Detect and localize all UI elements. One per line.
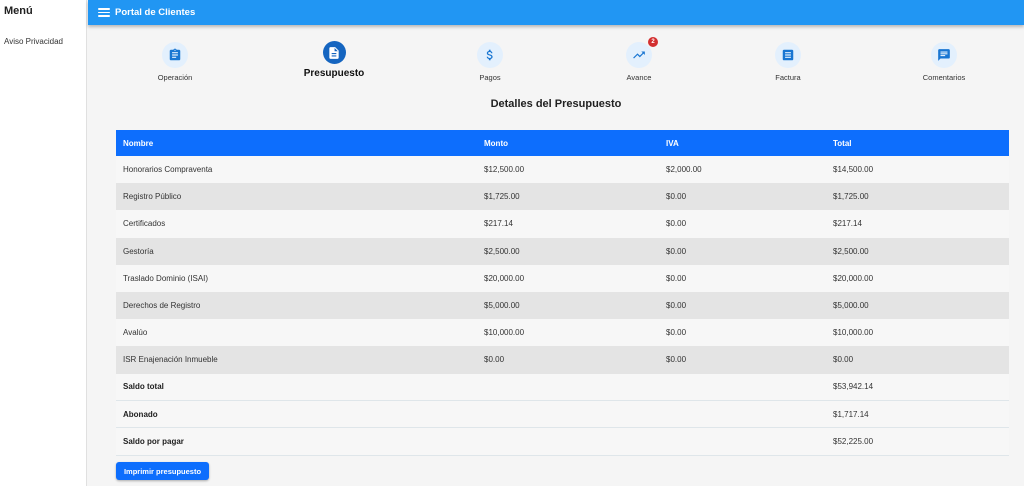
sidebar-item-aviso-privacidad[interactable]: Aviso Privacidad: [4, 37, 63, 46]
summary-label: Saldo por pagar: [116, 427, 477, 456]
step-avance-circle: 2: [626, 37, 658, 68]
step-presupuesto-circle: [322, 41, 346, 64]
step-avance[interactable]: 2 Avance: [599, 37, 679, 82]
cell-nombre: Certificados: [116, 210, 477, 238]
cell-nombre: Registro Público: [116, 183, 477, 211]
step-pagos[interactable]: Pagos: [450, 42, 530, 82]
cell-monto: $217.14: [477, 210, 659, 238]
step-label: Factura: [775, 73, 801, 82]
step-factura-circle: [775, 42, 801, 68]
cell-total: $14,500.00: [826, 156, 1009, 184]
table-row: Avalúo $10,000.00 $0.00 $10,000.00: [116, 319, 1009, 347]
cell-monto: $10,000.00: [477, 319, 659, 347]
step-label: Operación: [157, 73, 193, 82]
summary-value: $1,717.14: [826, 400, 1009, 429]
cell-iva: $0.00: [659, 346, 826, 374]
notification-badge: 2: [648, 37, 658, 47]
cell-monto: $5,000.00: [477, 291, 659, 320]
cell-monto: $20,000.00: [477, 264, 659, 292]
step-operacion[interactable]: Operación: [135, 42, 215, 82]
cell-iva: $2,000.00: [659, 156, 826, 184]
cell-total: $10,000.00: [826, 319, 1009, 347]
step-label: Presupuesto: [303, 68, 365, 79]
cell-nombre: Honorarios Compraventa: [116, 156, 477, 184]
budget-table: Nombre Monto IVA Total Honorarios Compra…: [116, 130, 1009, 456]
summary-value: $53,942.14: [826, 373, 1009, 402]
summary-row-abonado: Abonado $1,717.14: [116, 400, 1009, 429]
summary-label: Saldo total: [116, 373, 477, 402]
cell-nombre: Derechos de Registro: [116, 291, 477, 320]
cell-monto: $12,500.00: [477, 156, 659, 184]
column-header-iva: IVA: [659, 130, 826, 156]
table-row: ISR Enajenación Inmueble $0.00 $0.00 $0.…: [116, 346, 1009, 374]
cell-total: $2,500.00: [826, 237, 1009, 265]
print-budget-button[interactable]: Imprimir presupuesto: [116, 462, 209, 480]
receipt-icon: [782, 49, 794, 61]
step-comentarios-circle: [931, 42, 957, 68]
cell-nombre: Traslado Dominio (ISAI): [116, 264, 477, 292]
column-header-monto: Monto: [477, 130, 659, 156]
step-comentarios[interactable]: Comentarios: [904, 42, 984, 82]
cell-nombre: ISR Enajenación Inmueble: [116, 346, 477, 374]
column-header-nombre: Nombre: [116, 130, 477, 156]
table-row: Traslado Dominio (ISAI) $20,000.00 $0.00…: [116, 264, 1009, 292]
cell-iva: $0.00: [659, 319, 826, 347]
step-factura[interactable]: Factura: [748, 42, 828, 82]
cell-total: $217.14: [826, 210, 1009, 238]
cell-total: $1,725.00: [826, 183, 1009, 211]
table-row: Gestoría $2,500.00 $0.00 $2,500.00: [116, 237, 1009, 265]
step-pagos-circle: [477, 42, 503, 68]
cell-nombre: Gestoría: [116, 237, 477, 265]
table-row: Registro Público $1,725.00 $0.00 $1,725.…: [116, 183, 1009, 211]
step-label: Pagos: [479, 73, 501, 82]
step-presupuesto[interactable]: Presupuesto: [294, 41, 374, 79]
step-operacion-circle: [162, 42, 188, 68]
section-title: Detalles del Presupuesto: [490, 98, 622, 110]
summary-row-saldo-total: Saldo total $53,942.14: [116, 373, 1009, 402]
table-header-row: Nombre Monto IVA Total: [116, 130, 1009, 156]
sidebar-title: Menú: [4, 5, 33, 17]
top-app-bar: Portal de Clientes: [88, 0, 1024, 25]
assignment-icon: [169, 48, 181, 61]
trending-up-icon: [633, 51, 645, 59]
step-label: Comentarios: [922, 73, 966, 82]
cell-iva: $0.00: [659, 210, 826, 238]
app-title: Portal de Clientes: [115, 7, 196, 18]
column-header-total: Total: [826, 130, 1009, 156]
summary-label: Abonado: [116, 400, 477, 429]
cell-total: $0.00: [826, 346, 1009, 374]
summary-value: $52,225.00: [826, 427, 1009, 456]
cell-monto: $1,725.00: [477, 183, 659, 211]
cell-iva: $0.00: [659, 291, 826, 320]
cell-iva: $0.00: [659, 183, 826, 211]
table-row: Certificados $217.14 $0.00 $217.14: [116, 210, 1009, 238]
cell-total: $5,000.00: [826, 291, 1009, 320]
sidebar: Menú Aviso Privacidad: [0, 0, 87, 486]
summary-row-saldo-por-pagar: Saldo por pagar $52,225.00: [116, 427, 1009, 456]
menu-icon[interactable]: [98, 8, 110, 17]
table-row: Derechos de Registro $5,000.00 $0.00 $5,…: [116, 291, 1009, 320]
table-row: Honorarios Compraventa $12,500.00 $2,000…: [116, 156, 1009, 184]
cell-monto: $0.00: [477, 346, 659, 374]
chat-icon: [938, 49, 950, 61]
step-label: Avance: [626, 73, 652, 82]
cell-iva: $0.00: [659, 264, 826, 292]
description-icon: [329, 46, 339, 59]
dollar-icon: [486, 49, 493, 61]
cell-total: $20,000.00: [826, 264, 1009, 292]
cell-iva: $0.00: [659, 237, 826, 265]
cell-nombre: Avalúo: [116, 319, 477, 347]
cell-monto: $2,500.00: [477, 237, 659, 265]
